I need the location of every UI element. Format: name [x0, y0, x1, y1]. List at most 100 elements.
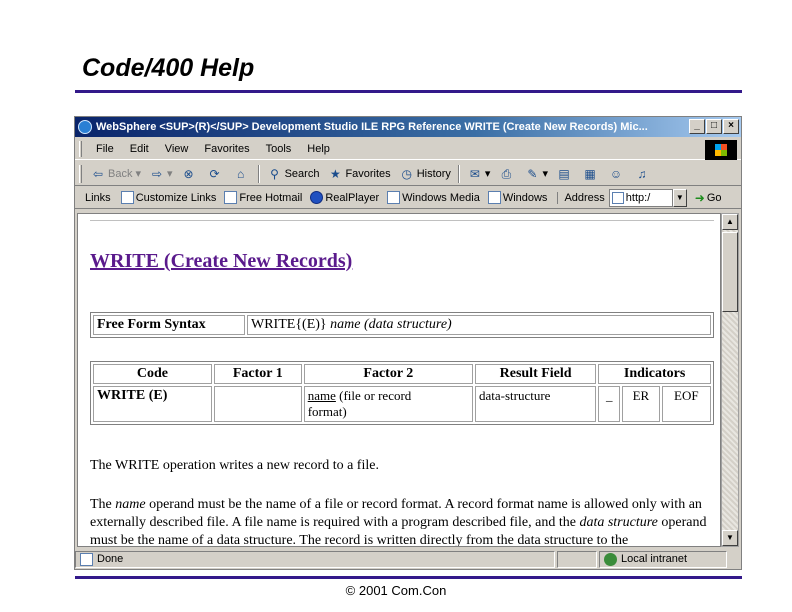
- cell-ind3: EOF: [661, 386, 711, 422]
- stop-button[interactable]: ⊗: [177, 166, 203, 182]
- menu-view[interactable]: View: [157, 143, 197, 155]
- content-divider: [90, 220, 714, 221]
- col-code: Code: [93, 364, 212, 384]
- messenger-button[interactable]: ☺: [604, 166, 630, 182]
- windows-logo-icon: [705, 140, 737, 160]
- syntax-label: Free Form Syntax: [93, 315, 245, 335]
- link-customize[interactable]: Customize Links: [117, 191, 221, 204]
- link-windows-media[interactable]: Windows Media: [383, 191, 484, 204]
- toolbar-separator: [257, 164, 260, 183]
- menu-bar: File Edit View Favorites Tools Help: [75, 138, 741, 160]
- page-icon: [387, 191, 401, 204]
- print-button[interactable]: ⎙: [494, 166, 520, 182]
- link-hotmail[interactable]: Free Hotmail: [220, 191, 306, 204]
- close-button[interactable]: ×: [723, 119, 739, 134]
- address-input[interactable]: http:/: [608, 188, 673, 207]
- cell-result: data-structure: [474, 386, 597, 422]
- status-main: Done: [75, 550, 555, 568]
- page-done-icon: [80, 552, 93, 566]
- operation-table: Code Factor 1 Factor 2 Result Field Indi…: [90, 361, 714, 425]
- messenger-icon: ☺: [609, 166, 623, 181]
- menu-edit[interactable]: Edit: [122, 143, 157, 155]
- research-icon: ▦: [584, 166, 596, 181]
- syntax-data: (data structure): [363, 317, 452, 332]
- forward-button[interactable]: ⇨ ▾: [145, 166, 177, 182]
- col-indicators: Indicators: [598, 364, 711, 384]
- cell-code: WRITE (E): [93, 386, 212, 422]
- ie-icon: [78, 120, 92, 134]
- cell-ind1: _: [598, 386, 621, 422]
- back-button[interactable]: ⇦ Back ▾: [86, 166, 145, 182]
- home-icon: ⌂: [236, 166, 245, 181]
- maximize-button[interactable]: □: [706, 119, 722, 134]
- realplayer-icon: [310, 191, 324, 204]
- go-button[interactable]: ➜ Go: [695, 191, 722, 205]
- link-windows[interactable]: Windows: [484, 191, 552, 204]
- description-paragraph-2: The name operand must be the name of a f…: [90, 497, 707, 547]
- mail-button[interactable]: ✉ ▾: [463, 166, 495, 182]
- minimize-button[interactable]: _: [689, 119, 705, 134]
- col-result: Result Field: [474, 364, 597, 384]
- page-icon: [487, 191, 501, 204]
- page-icon: [120, 191, 134, 204]
- links-label: Links: [85, 191, 111, 204]
- standard-toolbar: ⇦ Back ▾ ⇨ ▾ ⊗ ⟳ ⌂ ⚲ Search ★ Favorites ◷ His…: [75, 162, 741, 186]
- scroll-down-icon[interactable]: ▼: [722, 530, 738, 546]
- slide-title: Code/400 Help: [82, 54, 255, 82]
- scroll-thumb[interactable]: [722, 232, 738, 312]
- menu-file[interactable]: File: [88, 143, 122, 155]
- menu-help[interactable]: Help: [299, 143, 338, 155]
- edit-dropdown-icon: ▾: [542, 168, 548, 180]
- stop-icon: ⊗: [183, 166, 194, 181]
- history-icon: ◷: [401, 166, 412, 181]
- name-link[interactable]: name: [308, 388, 336, 403]
- vertical-scrollbar[interactable]: ▲ ▼: [721, 213, 739, 547]
- home-button[interactable]: ⌂: [229, 166, 255, 182]
- title-rule: [75, 90, 742, 93]
- page-heading: WRITE (Create New Records): [90, 250, 353, 272]
- refresh-button[interactable]: ⟳: [203, 166, 229, 182]
- window-titlebar[interactable]: WebSphere <SUP>(R)</SUP> Development Stu…: [75, 117, 741, 137]
- media-button[interactable]: ♫: [630, 166, 656, 182]
- search-button[interactable]: ⚲ Search: [263, 166, 324, 182]
- search-icon: ⚲: [270, 166, 279, 181]
- cell-factor1: [213, 386, 302, 422]
- address-label: Address: [557, 191, 605, 204]
- media-icon: ♫: [637, 166, 647, 181]
- discuss-button[interactable]: ▤: [552, 166, 578, 182]
- description-paragraph-1: The WRITE operation writes a new record …: [90, 458, 379, 473]
- back-arrow-icon: ⇦: [92, 166, 104, 181]
- page-icon: [611, 191, 624, 204]
- cell-ind2: ER: [622, 386, 660, 422]
- link-realplayer[interactable]: RealPlayer: [306, 191, 383, 204]
- print-icon: ⎙: [501, 166, 512, 181]
- back-dropdown-icon: ▾: [132, 168, 142, 180]
- window-title: WebSphere <SUP>(R)</SUP> Development Stu…: [96, 121, 648, 133]
- scroll-up-icon[interactable]: ▲: [722, 214, 738, 230]
- toolbar-separator: [457, 164, 460, 183]
- menu-tools[interactable]: Tools: [258, 143, 300, 155]
- toolbar-grip: [79, 164, 82, 183]
- syntax-table: Free Form Syntax WRITE{(E)} name (data s…: [90, 312, 714, 338]
- forward-dropdown-icon: ▾: [167, 168, 173, 180]
- footer-rule: [75, 576, 742, 579]
- status-zone: Local intranet: [599, 550, 727, 568]
- research-button[interactable]: ▦: [578, 166, 604, 182]
- intranet-zone-icon: [604, 552, 617, 566]
- edit-button[interactable]: ✎ ▾: [520, 166, 552, 182]
- go-arrow-icon: ➜: [694, 190, 705, 205]
- slide-footer: © 2001 Com.Con: [345, 583, 447, 598]
- menu-favorites[interactable]: Favorites: [196, 143, 257, 155]
- favorites-button[interactable]: ★ Favorites: [323, 166, 394, 182]
- refresh-icon: ⟳: [209, 166, 220, 181]
- page-icon: [224, 191, 238, 204]
- address-dropdown-icon[interactable]: ▼: [672, 188, 687, 207]
- history-button[interactable]: ◷ History: [395, 166, 455, 182]
- col-factor2: Factor 2: [303, 364, 473, 384]
- mail-dropdown-icon: ▾: [484, 168, 491, 180]
- links-bar: Links Customize Links Free Hotmail RealP…: [75, 187, 741, 209]
- col-factor1: Factor 1: [213, 364, 302, 384]
- favorites-icon: ★: [330, 166, 341, 181]
- syntax-name: name: [330, 317, 361, 332]
- browser-window: WebSphere <SUP>(R)</SUP> Development Stu…: [74, 116, 742, 570]
